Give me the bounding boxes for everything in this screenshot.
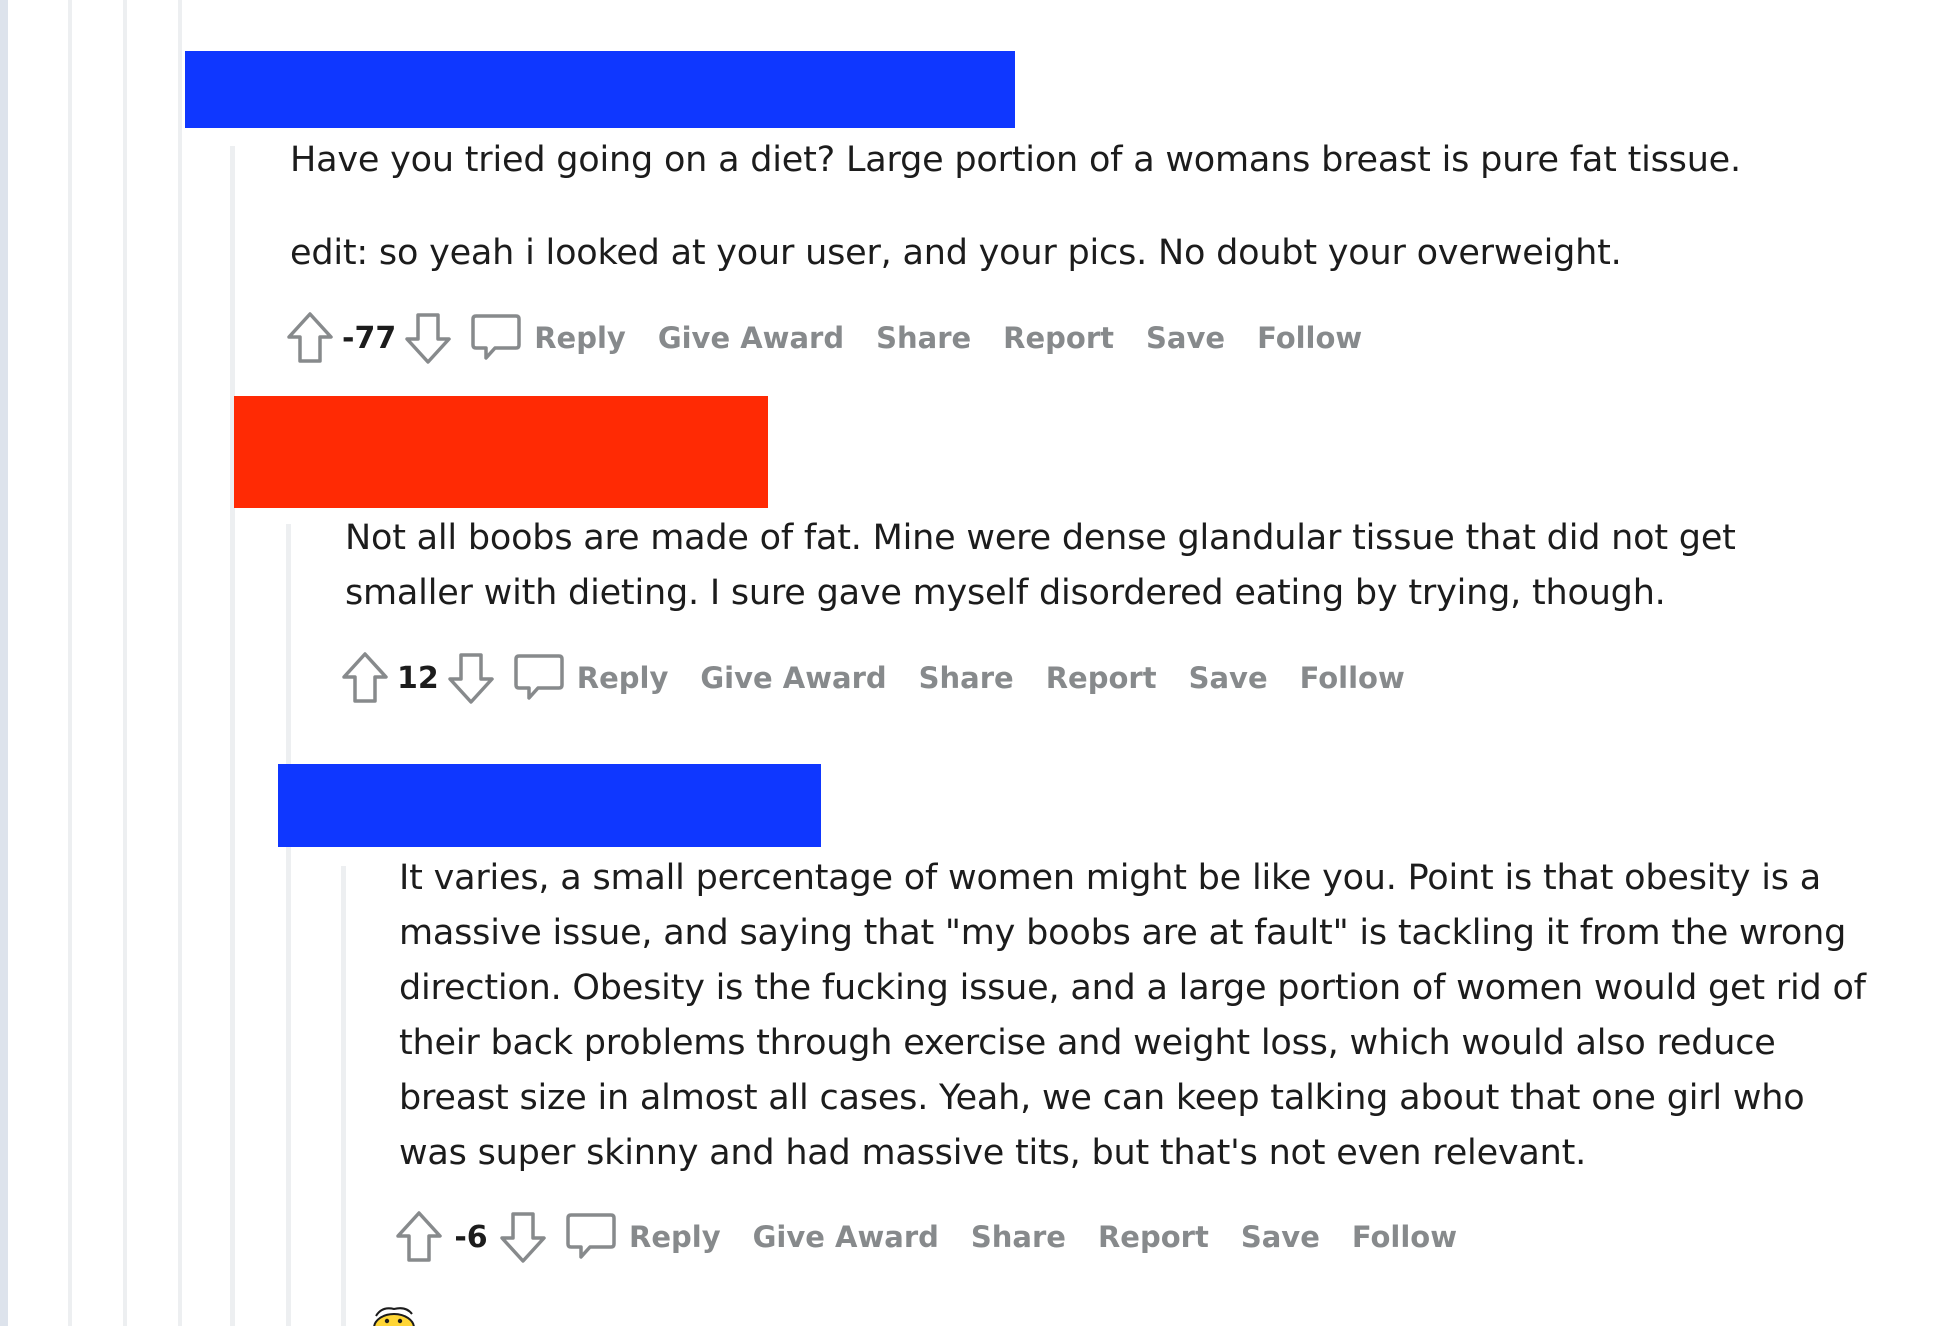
comment-body: It varies, a small percentage of women m… — [399, 851, 1866, 1181]
thread-line[interactable] — [341, 866, 346, 1326]
follow-button[interactable]: Follow — [1300, 661, 1405, 695]
share-button[interactable]: Share — [971, 1220, 1066, 1254]
comment-line: massive issue, and saying that "my boobs… — [399, 913, 1847, 953]
report-button[interactable]: Report — [1098, 1220, 1209, 1254]
window-edge — [0, 0, 8, 1326]
comment-body: Not all boobs are made of fat. Mine were… — [345, 511, 1736, 621]
upvote-icon[interactable] — [284, 310, 336, 366]
thread-line[interactable] — [230, 146, 235, 1326]
save-button[interactable]: Save — [1146, 321, 1225, 355]
vote-score: -6 — [454, 1219, 488, 1255]
comment-actions: -77 Reply Give Award Share Report Save F… — [284, 308, 1362, 368]
comment-body: Have you tried going on a diet? Large po… — [290, 133, 1741, 281]
comment-line: smaller with dieting. I sure gave myself… — [345, 573, 1666, 613]
save-button[interactable]: Save — [1189, 661, 1268, 695]
upvote-icon[interactable] — [393, 1209, 445, 1265]
report-button[interactable]: Report — [1003, 321, 1114, 355]
comment-line: Not all boobs are made of fat. Mine were… — [345, 518, 1736, 558]
thread-line[interactable] — [286, 524, 291, 1326]
comment-paragraph: edit: so yeah i looked at your user, and… — [290, 233, 1622, 273]
share-button[interactable]: Share — [876, 321, 971, 355]
thread-line[interactable] — [178, 0, 182, 1326]
comment-line: breast size in almost all cases. Yeah, w… — [399, 1078, 1805, 1118]
comment-line: It varies, a small percentage of women m… — [399, 858, 1821, 898]
vote-score: 12 — [397, 660, 439, 696]
vote-score: -77 — [342, 320, 397, 356]
follow-button[interactable]: Follow — [1257, 321, 1362, 355]
downvote-icon[interactable] — [402, 310, 454, 366]
reply-button[interactable]: Reply — [513, 652, 669, 704]
reply-bubble-icon — [514, 654, 564, 700]
comment-line: their back problems through exercise and… — [399, 1023, 1776, 1063]
save-button[interactable]: Save — [1241, 1220, 1320, 1254]
upvote-icon[interactable] — [339, 650, 391, 706]
reply-label: Reply — [629, 1220, 721, 1254]
reply-bubble-icon — [566, 1213, 616, 1259]
give-award-button[interactable]: Give Award — [658, 321, 844, 355]
reply-label: Reply — [576, 661, 669, 695]
report-button[interactable]: Report — [1046, 661, 1157, 695]
redacted-username — [234, 396, 768, 508]
comment-actions: 12 Reply Give Award Share Report Save Fo… — [339, 648, 1405, 708]
comment-line: was super skinny and had massive tits, b… — [399, 1133, 1587, 1173]
follow-button[interactable]: Follow — [1352, 1220, 1457, 1254]
redacted-username — [185, 51, 1015, 128]
comment-paragraph: Have you tried going on a diet? Large po… — [290, 140, 1741, 180]
comment-line: direction. Obesity is the fucking issue,… — [399, 968, 1866, 1008]
comment-actions: -6 Reply Give Award Share Report Save Fo… — [393, 1207, 1457, 1267]
thread-line[interactable] — [123, 0, 127, 1326]
reply-bubble-icon — [471, 314, 521, 360]
snoo-avatar-icon[interactable] — [368, 1304, 420, 1326]
reply-label: Reply — [534, 321, 626, 355]
thread-line[interactable] — [68, 0, 72, 1326]
reply-button[interactable]: Reply — [470, 312, 626, 364]
share-button[interactable]: Share — [919, 661, 1014, 695]
give-award-button[interactable]: Give Award — [700, 661, 886, 695]
downvote-icon[interactable] — [497, 1209, 549, 1265]
give-award-button[interactable]: Give Award — [753, 1220, 939, 1254]
downvote-icon[interactable] — [445, 650, 497, 706]
reply-button[interactable]: Reply — [565, 1211, 721, 1263]
redacted-username — [278, 764, 821, 847]
